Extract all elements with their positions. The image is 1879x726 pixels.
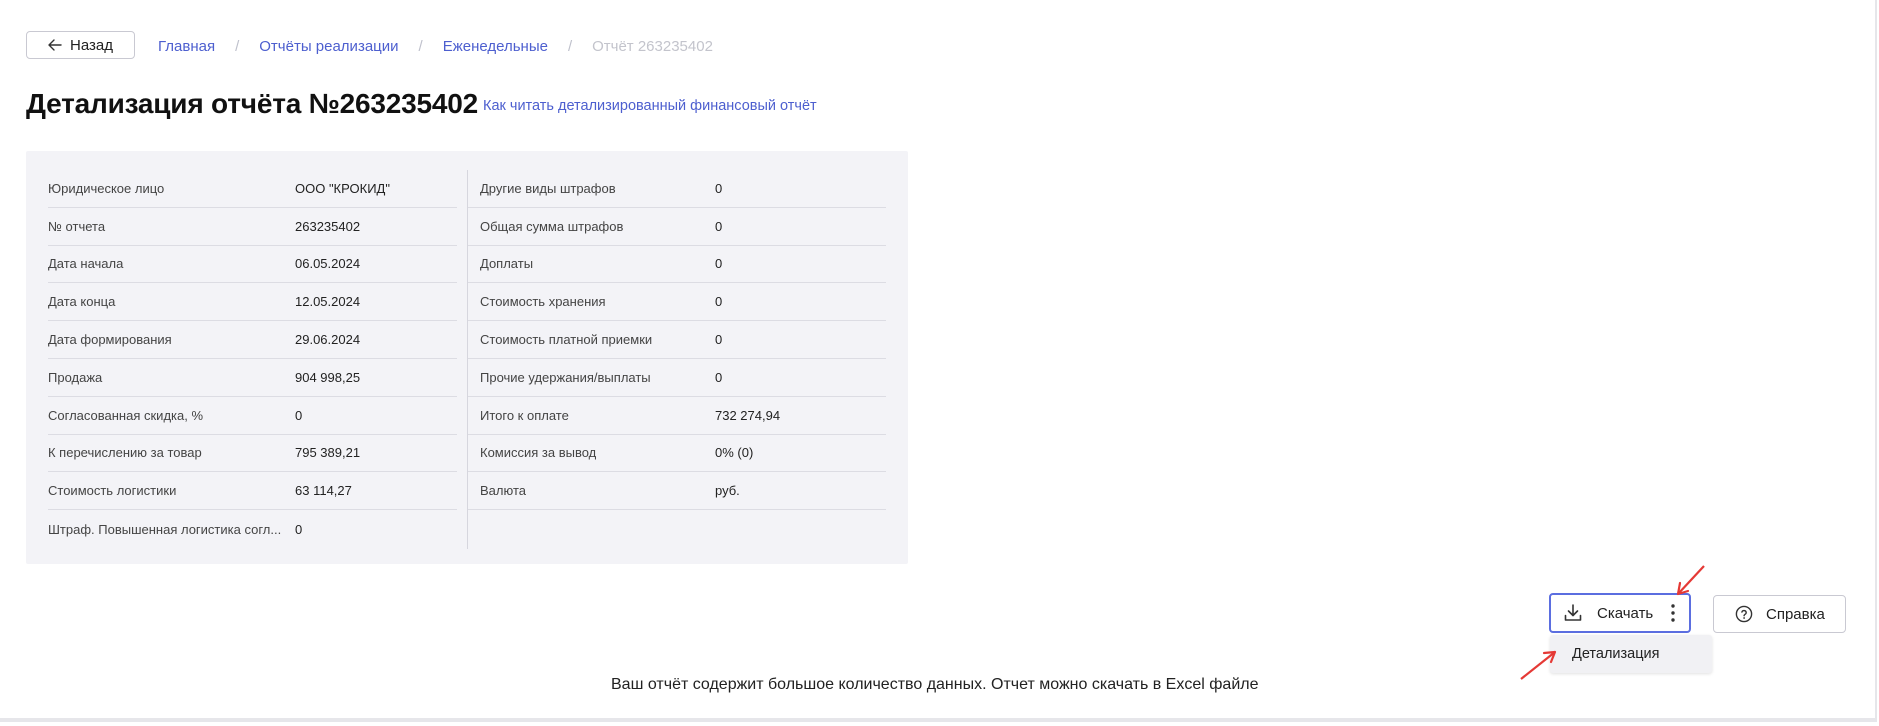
detail-label: № отчета: [48, 218, 106, 234]
detail-value: 12.05.2024: [295, 294, 361, 310]
detail-row: Стоимость хранения 0: [468, 283, 886, 322]
detail-label: Доплаты: [480, 256, 534, 272]
reference-button-label: Справка: [1766, 605, 1825, 623]
detail-row: Другие виды штрафов 0: [468, 170, 886, 208]
detail-label: Стоимость хранения: [480, 294, 606, 310]
detail-label: Прочие удержания/выплаты: [480, 369, 651, 385]
detail-value: 0: [715, 294, 723, 310]
detail-label: Комиссия за вывод: [480, 445, 597, 461]
detail-label: К перечислению за товар: [48, 445, 202, 461]
detail-row: Стоимость платной приемки 0: [468, 321, 886, 359]
detail-value: руб.: [715, 483, 740, 499]
detail-value: ООО "КРОКИД": [295, 180, 390, 196]
breadcrumb-item-weekly[interactable]: Еженедельные: [443, 38, 548, 55]
reference-button[interactable]: Справка: [1713, 595, 1846, 633]
download-icon: [1564, 604, 1582, 621]
detail-label: Юридическое лицо: [48, 180, 165, 196]
dropdown-item-label: Детализация: [1572, 646, 1660, 662]
detail-row: К перечислению за товар 795 389,21: [48, 435, 457, 473]
breadcrumb-separator: /: [418, 37, 423, 55]
detail-value: 0% (0): [715, 445, 754, 461]
breadcrumb: Главная / Отчёты реализации / Еженедельн…: [158, 36, 713, 56]
detail-value: 06.05.2024: [295, 256, 361, 272]
download-button-label: Скачать: [1597, 604, 1654, 622]
detail-row: Дата начала 06.05.2024: [48, 246, 457, 284]
detail-label: Стоимость платной приемки: [480, 332, 653, 348]
detail-value: 732 274,94: [715, 407, 781, 423]
detail-value: 0: [715, 180, 723, 196]
detail-label: Продажа: [48, 369, 103, 385]
detail-row: Дата формирования 29.06.2024: [48, 321, 457, 359]
detail-label: Дата конца: [48, 294, 116, 310]
detail-label: Валюта: [480, 483, 526, 499]
detail-value: 0: [715, 369, 723, 385]
arrow-left-icon: [48, 39, 62, 51]
detail-row: Юридическое лицо ООО "КРОКИД": [48, 170, 457, 208]
detail-value: 0: [295, 407, 303, 423]
more-vertical-icon[interactable]: [1671, 604, 1675, 622]
question-circle-icon: [1735, 605, 1753, 623]
detail-value: 0: [715, 256, 723, 272]
detail-row: Прочие удержания/выплаты 0: [468, 359, 886, 397]
detail-row: Штраф. Повышенная логистика согл... 0: [48, 510, 457, 548]
detail-row: Общая сумма штрафов 0: [468, 208, 886, 246]
details-right-column: Другие виды штрафов 0 Общая сумма штрафов…: [468, 170, 886, 511]
breadcrumb-separator: /: [235, 37, 240, 55]
detail-label: Другие виды штрафов: [480, 180, 616, 196]
detail-label: Дата формирования: [48, 332, 172, 348]
breadcrumb-separator: /: [567, 37, 573, 55]
detail-row: Согласованная скидка, % 0: [48, 397, 457, 435]
detail-label: Общая сумма штрафов: [480, 218, 624, 234]
detail-label: Итого к оплате: [480, 407, 569, 423]
detail-label: Штраф. Повышенная логистика согл...: [48, 521, 282, 537]
detail-row: Стоимость логистики 63 114,27: [48, 472, 457, 511]
back-button[interactable]: Назад: [26, 31, 135, 59]
breadcrumb-item-current: Отчёт 263235402: [592, 37, 713, 55]
excel-notice: Ваш отчёт содержит большое количество да…: [611, 676, 1259, 693]
download-button[interactable]: Скачать: [1549, 593, 1691, 633]
detail-label: Дата начала: [48, 256, 124, 272]
page-title: Детализация отчёта №263235402: [26, 88, 479, 119]
breadcrumb-item-reports[interactable]: Отчёты реализации: [259, 38, 398, 55]
detail-label: Стоимость логистики: [48, 483, 177, 499]
detail-row: Доплаты 0: [468, 246, 886, 284]
details-left-column: Юридическое лицо ООО "КРОКИД" № отчета 263…: [48, 170, 457, 548]
detail-value: 63 114,27: [295, 483, 352, 499]
dropdown-item-details[interactable]: Детализация: [1550, 635, 1712, 673]
breadcrumb-item-home[interactable]: Главная: [158, 38, 215, 55]
report-details-panel: Юридическое лицо ООО "КРОКИД" № отчета 263…: [26, 151, 908, 564]
detail-row: Продажа 904 998,25: [48, 359, 457, 397]
help-link[interactable]: Как читать детализированный финансовый о…: [483, 98, 817, 114]
back-button-label: Назад: [70, 36, 113, 54]
detail-row: Комиссия за вывод 0% (0): [468, 435, 886, 473]
detail-value: 29.06.2024: [295, 332, 361, 348]
detail-row: Валюта руб.: [468, 472, 886, 511]
detail-value: 0: [715, 332, 723, 348]
detail-row: № отчета 263235402: [48, 208, 457, 246]
detail-row: Дата конца 12.05.2024: [48, 283, 457, 322]
detail-value: 0: [295, 521, 303, 537]
detail-value: 904 998,25: [295, 369, 361, 385]
detail-value: 795 389,21: [295, 445, 361, 461]
detail-label: Согласованная скидка, %: [48, 407, 204, 423]
detail-value: 0: [715, 218, 723, 234]
detail-value: 263235402: [295, 218, 361, 234]
detail-row: Итого к оплате 732 274,94: [468, 397, 886, 435]
